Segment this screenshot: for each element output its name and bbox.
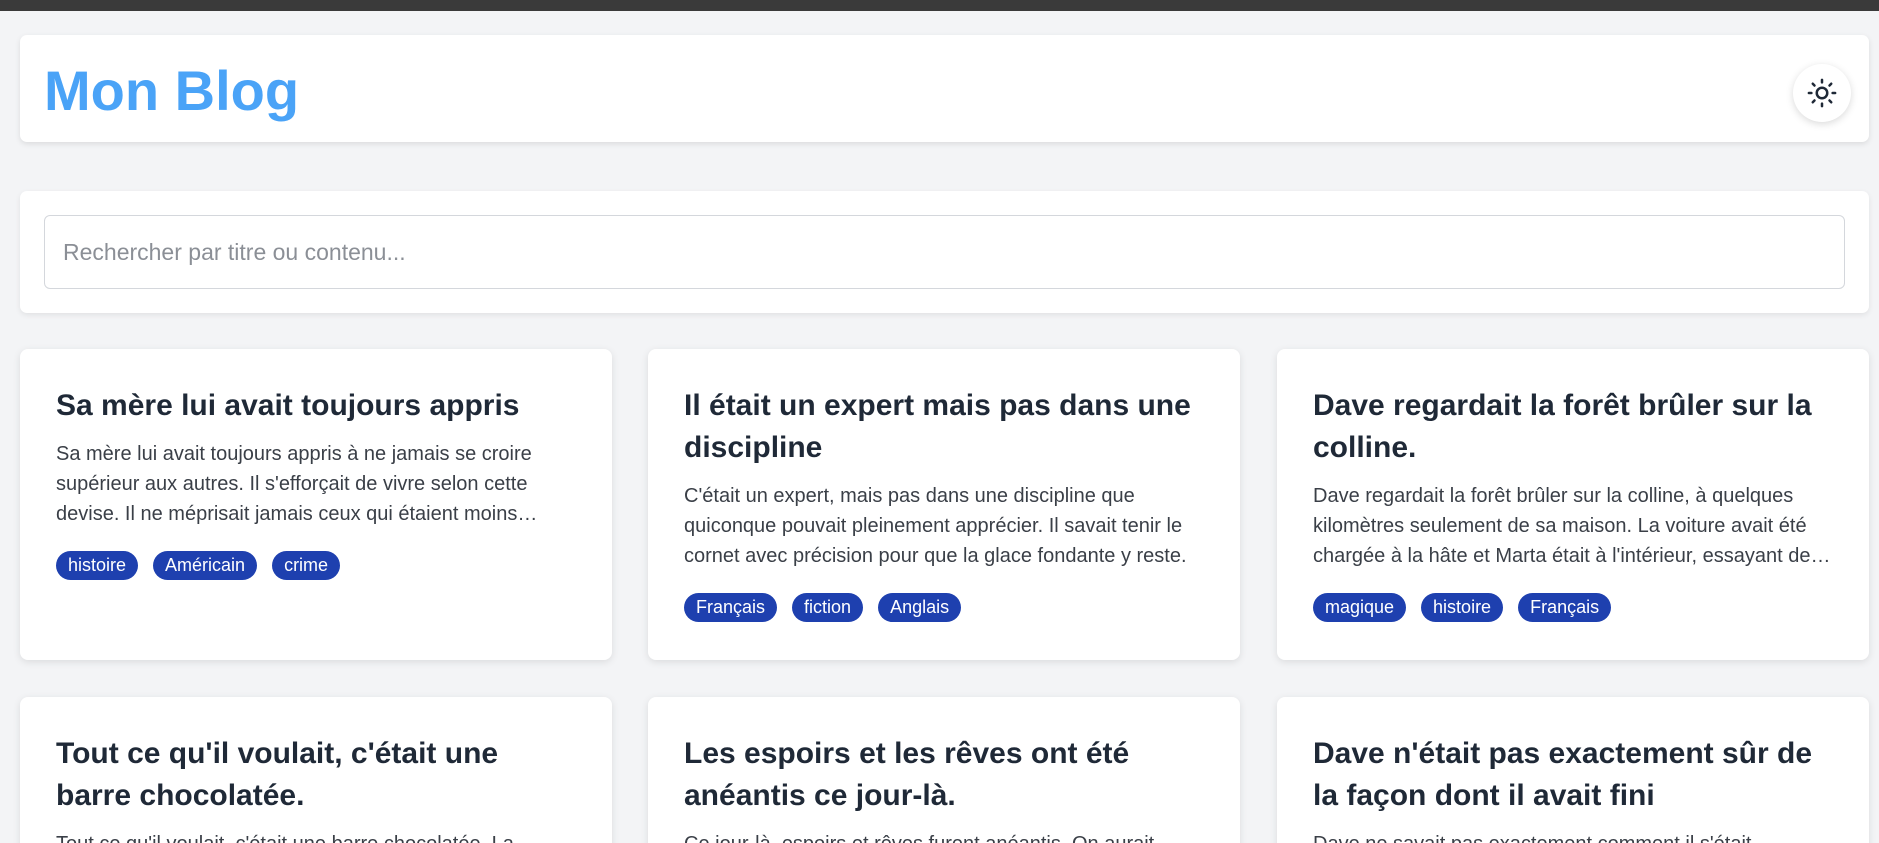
post-title[interactable]: Tout ce qu'il voulait, c'était une barre… — [56, 733, 576, 817]
post-title[interactable]: Dave regardait la forêt brûler sur la co… — [1313, 385, 1833, 469]
search-input[interactable] — [44, 215, 1845, 289]
post-excerpt: Sa mère lui avait toujours appris à ne j… — [56, 443, 532, 525]
post-card[interactable]: Tout ce qu'il voulait, c'était une barre… — [20, 697, 612, 843]
tag-badge[interactable]: magique — [1313, 593, 1407, 622]
tag-badge[interactable]: fiction — [792, 593, 864, 622]
tag-badge[interactable]: crime — [272, 551, 341, 580]
tag-badge[interactable]: Américain — [153, 551, 258, 580]
tag-list: Français fiction Anglais — [684, 593, 1204, 622]
post-title[interactable]: Les espoirs et les rêves ont été anéanti… — [684, 733, 1204, 817]
site-header: Mon Blog — [20, 35, 1869, 142]
post-title[interactable]: Sa mère lui avait toujours appris — [56, 385, 576, 427]
tag-badge[interactable]: Français — [1518, 593, 1612, 622]
sun-icon — [1807, 78, 1837, 108]
post-title[interactable]: Dave n'était pas exactement sûr de la fa… — [1313, 733, 1833, 817]
post-card[interactable]: Sa mère lui avait toujours appris Sa mèr… — [20, 349, 612, 660]
post-title[interactable]: Il était un expert mais pas dans une dis… — [684, 385, 1204, 469]
post-card[interactable]: Il était un expert mais pas dans une dis… — [648, 349, 1240, 660]
search-panel — [20, 191, 1869, 313]
blog-title[interactable]: Mon Blog — [44, 59, 299, 123]
post-card[interactable]: Dave n'était pas exactement sûr de la fa… — [1277, 697, 1869, 843]
post-excerpt: Tout ce qu'il voulait, c'était une barre… — [56, 829, 576, 843]
tag-list: histoire Américain crime — [56, 551, 576, 580]
tag-badge[interactable]: histoire — [1421, 593, 1504, 622]
tag-badge[interactable]: histoire — [56, 551, 139, 580]
window-top-bar — [0, 0, 1879, 11]
post-card[interactable]: Les espoirs et les rêves ont été anéanti… — [648, 697, 1240, 843]
tag-list: magique histoire Français — [1313, 593, 1833, 622]
theme-toggle-button[interactable] — [1793, 64, 1851, 122]
post-card[interactable]: Dave regardait la forêt brûler sur la co… — [1277, 349, 1869, 660]
post-excerpt: Ce jour-là, espoirs et rêves furent anéa… — [684, 829, 1204, 843]
post-excerpt: Dave regardait la forêt brûler sur la co… — [1313, 485, 1811, 567]
tag-badge[interactable]: Anglais — [878, 593, 962, 622]
post-excerpt: Dave ne savait pas exactement comment il… — [1313, 829, 1833, 843]
tag-badge[interactable]: Français — [684, 593, 778, 622]
post-excerpt: C'était un expert, mais pas dans une dis… — [684, 485, 1187, 567]
